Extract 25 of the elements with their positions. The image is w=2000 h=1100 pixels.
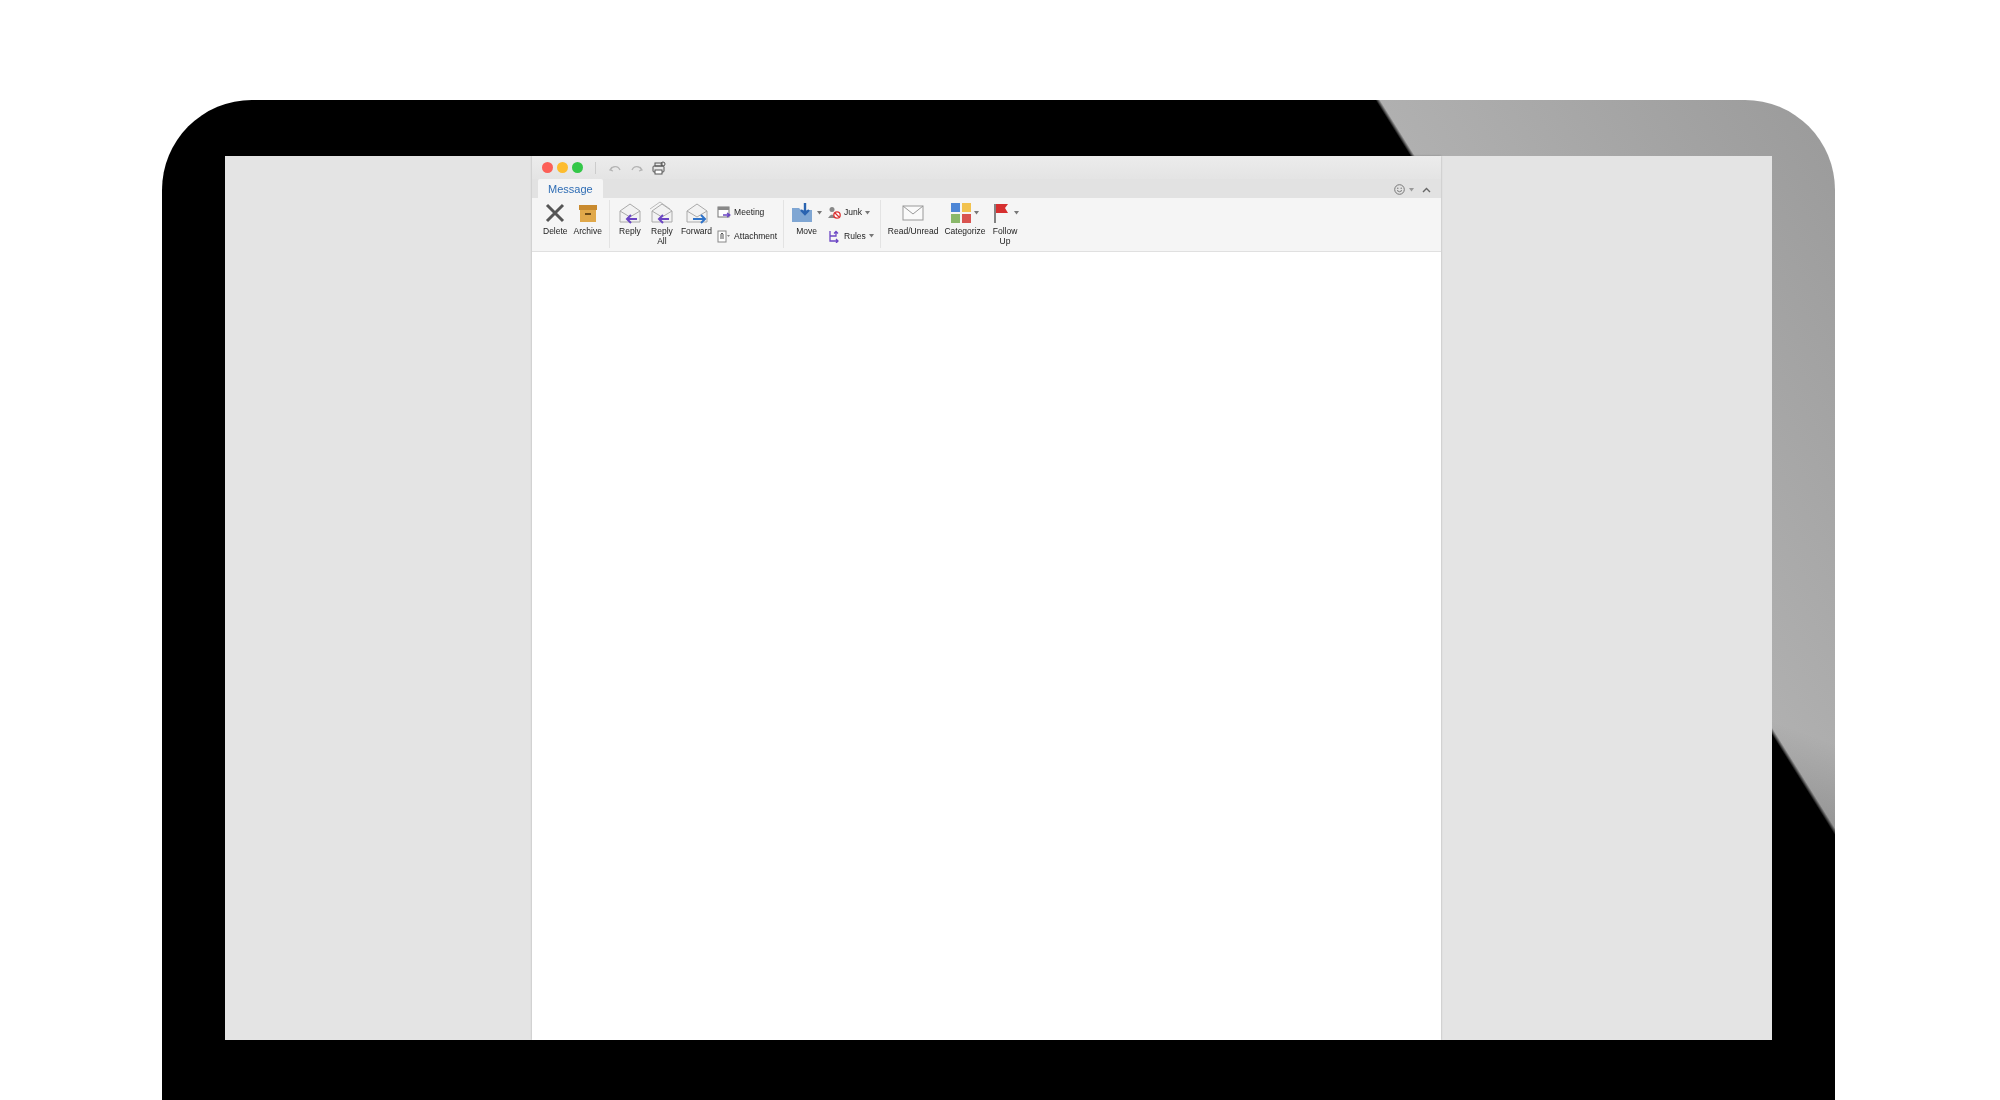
ribbon-button[interactable]: Attachment (717, 226, 778, 247)
ribbon-button[interactable]: Forward (679, 200, 714, 248)
caret-icon[interactable] (1409, 187, 1414, 192)
ribbon-button[interactable]: Junk (827, 202, 874, 223)
ribbon-button[interactable]: Follow Up (990, 200, 1020, 248)
ribbon-button[interactable]: Rules (827, 226, 874, 247)
tab[interactable]: Message (538, 179, 603, 198)
paperclip-icon (717, 229, 732, 243)
ribbon-button[interactable]: Delete (542, 200, 569, 248)
printer-icon[interactable] (652, 160, 666, 175)
ribbon-button[interactable]: Read/Unread (886, 200, 940, 248)
calendar-icon (717, 206, 732, 220)
color-grid-icon (950, 201, 973, 224)
person-blocked-icon (827, 206, 842, 220)
window-control-icon[interactable] (557, 162, 568, 173)
ribbon-button[interactable]: Meeting (717, 202, 778, 223)
ribbon-button[interactable]: Categorize (943, 200, 987, 248)
ribbon-button[interactable]: Archive (572, 200, 603, 248)
ribbon-button[interactable]: Reply (615, 200, 644, 248)
collapse-ribbon-icon[interactable] (1422, 186, 1431, 193)
window-control-icon[interactable] (542, 162, 553, 173)
window-control-icon[interactable] (572, 162, 583, 173)
ribbon-button[interactable]: Move (790, 200, 824, 248)
smiley-icon[interactable] (1394, 184, 1405, 195)
ribbon-button[interactable]: Reply All (647, 200, 676, 248)
